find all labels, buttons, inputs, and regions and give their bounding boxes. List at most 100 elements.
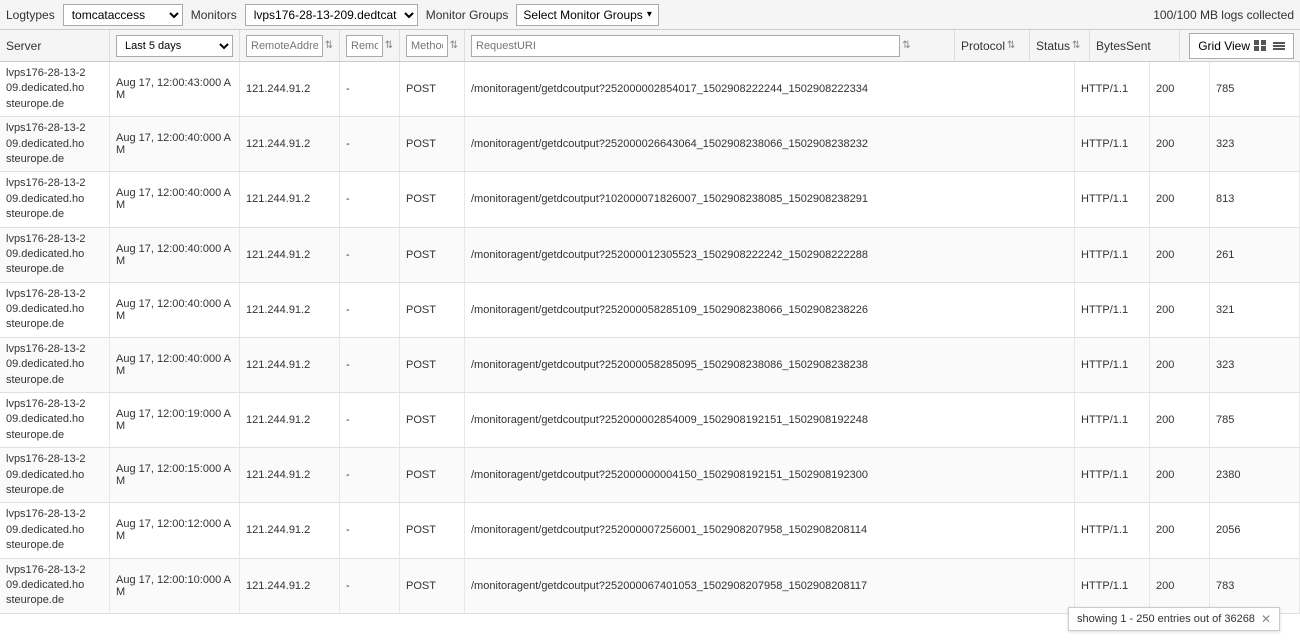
table-row: lvps176-28-13-2 09.dedicated.ho steurope… [0,559,1300,614]
monitor-groups-value: Select Monitor Groups [523,8,642,22]
cell-method: POST [400,338,465,392]
cell-protocol: HTTP/1.1 [1075,172,1150,226]
status-text: showing 1 - 250 entries out of 36268 [1077,613,1255,625]
col-protocol[interactable]: Protocol ⇅ [955,30,1030,61]
grid-view-area: Grid View [1180,30,1300,61]
monitors-label: Monitors [191,8,237,22]
cell-protocol: HTTP/1.1 [1075,228,1150,282]
cell-date: Aug 17, 12:00:40:000 AM [110,228,240,282]
sort-icon6: ⇅ [1072,40,1080,51]
cell-date: Aug 17, 12:00:40:000 AM [110,283,240,337]
cell-requesturi: /monitoragent/getdcoutput?25200000285401… [465,62,1075,116]
sort-icon3: ⇅ [450,40,458,51]
table-row: lvps176-28-13-2 09.dedicated.ho steurope… [0,228,1300,283]
cell-status: 200 [1150,172,1210,226]
cell-date: Aug 17, 12:00:40:000 AM [110,117,240,171]
cell-remoteuser: - [340,172,400,226]
cell-remoteaddr: 121.244.91.2 [240,393,340,447]
cell-remoteuser: - [340,228,400,282]
col-bytessent: BytesSent [1090,30,1180,61]
cell-remoteuser: - [340,503,400,557]
chevron-down-icon: ▾ [647,9,652,20]
cell-status: 200 [1150,448,1210,502]
col-remoteaddress[interactable]: ⇅ [240,30,340,61]
lastdays-select[interactable]: Last 5 days [116,35,233,57]
requesturi-filter[interactable] [471,35,900,57]
list-icon [1273,42,1285,50]
col-method[interactable]: ⇅ [400,30,465,61]
cell-requesturi: /monitoragent/getdcoutput?25200000725600… [465,503,1075,557]
cell-method: POST [400,503,465,557]
monitors-select[interactable]: lvps176-28-13-209.dedtcat [245,4,418,26]
cell-method: POST [400,172,465,226]
cell-remoteaddr: 121.244.91.2 [240,503,340,557]
cell-remoteaddr: 121.244.91.2 [240,117,340,171]
cell-remoteuser: - [340,393,400,447]
cell-bytessent: 783 [1210,559,1300,613]
table-row: lvps176-28-13-2 09.dedicated.ho steurope… [0,503,1300,558]
cell-status: 200 [1150,559,1210,613]
cell-status: 200 [1150,283,1210,337]
status-close-button[interactable]: ✕ [1261,612,1271,626]
cell-protocol: HTTP/1.1 [1075,503,1150,557]
remoteaddress-filter[interactable] [246,35,323,57]
cell-protocol: HTTP/1.1 [1075,62,1150,116]
table-row: lvps176-28-13-2 09.dedicated.ho steurope… [0,393,1300,448]
table-row: lvps176-28-13-2 09.dedicated.ho steurope… [0,172,1300,227]
grid-view-button[interactable]: Grid View [1189,33,1294,59]
cell-remoteuser: - [340,338,400,392]
col-lastdays[interactable]: Last 5 days [110,30,240,61]
remoteuser-filter[interactable] [346,35,383,57]
table-area: lvps176-28-13-2 09.dedicated.ho steurope… [0,62,1300,641]
cell-remoteaddr: 121.244.91.2 [240,62,340,116]
toolbar: Logtypes tomcataccess Monitors lvps176-2… [0,0,1300,30]
cell-date: Aug 17, 12:00:15:000 AM [110,448,240,502]
cell-remoteuser: - [340,117,400,171]
cell-date: Aug 17, 12:00:40:000 AM [110,172,240,226]
cell-server: lvps176-28-13-2 09.dedicated.ho steurope… [0,117,110,171]
status-bar: showing 1 - 250 entries out of 36268 ✕ [1068,607,1280,631]
cell-remoteaddr: 121.244.91.2 [240,172,340,226]
col-requesturi[interactable]: ⇅ [465,30,955,61]
cell-server: lvps176-28-13-2 09.dedicated.ho steurope… [0,503,110,557]
sort-icon2: ⇅ [385,40,393,51]
sort-icon4: ⇅ [902,40,910,51]
method-filter[interactable] [406,35,448,57]
cell-remoteaddr: 121.244.91.2 [240,228,340,282]
cell-method: POST [400,62,465,116]
cell-method: POST [400,393,465,447]
cell-server: lvps176-28-13-2 09.dedicated.ho steurope… [0,62,110,116]
cell-bytessent: 323 [1210,338,1300,392]
cell-status: 200 [1150,393,1210,447]
cell-remoteaddr: 121.244.91.2 [240,559,340,613]
cell-remoteaddr: 121.244.91.2 [240,283,340,337]
grid-icon [1254,40,1267,51]
table-row: lvps176-28-13-2 09.dedicated.ho steurope… [0,448,1300,503]
cell-status: 200 [1150,503,1210,557]
table-row: lvps176-28-13-2 09.dedicated.ho steurope… [0,338,1300,393]
column-headers: Server Last 5 days ⇅ ⇅ ⇅ ⇅ Protocol ⇅ [0,30,1300,62]
cell-requesturi: /monitoragent/getdcoutput?25200001230552… [465,228,1075,282]
cell-status: 200 [1150,228,1210,282]
cell-protocol: HTTP/1.1 [1075,559,1150,613]
cell-requesturi: /monitoragent/getdcoutput?10200007182600… [465,172,1075,226]
cell-requesturi: /monitoragent/getdcoutput?25200000285400… [465,393,1075,447]
col-status[interactable]: Status ⇅ [1030,30,1090,61]
cell-requesturi: /monitoragent/getdcoutput?25200006740105… [465,559,1075,613]
cell-protocol: HTTP/1.1 [1075,117,1150,171]
cell-remoteuser: - [340,283,400,337]
cell-method: POST [400,283,465,337]
cell-requesturi: /monitoragent/getdcoutput?25200005828510… [465,283,1075,337]
cell-remoteaddr: 121.244.91.2 [240,448,340,502]
monitor-groups-label: Monitor Groups [426,8,509,22]
cell-bytessent: 2380 [1210,448,1300,502]
col-remoteuser[interactable]: ⇅ [340,30,400,61]
cell-method: POST [400,228,465,282]
table-row: lvps176-28-13-2 09.dedicated.ho steurope… [0,62,1300,117]
cell-bytessent: 261 [1210,228,1300,282]
logtypes-select[interactable]: tomcataccess [63,4,183,26]
monitor-groups-dropdown[interactable]: Select Monitor Groups ▾ [516,4,658,26]
cell-protocol: HTTP/1.1 [1075,448,1150,502]
cell-date: Aug 17, 12:00:10:000 AM [110,559,240,613]
cell-requesturi: /monitoragent/getdcoutput?25200005828509… [465,338,1075,392]
